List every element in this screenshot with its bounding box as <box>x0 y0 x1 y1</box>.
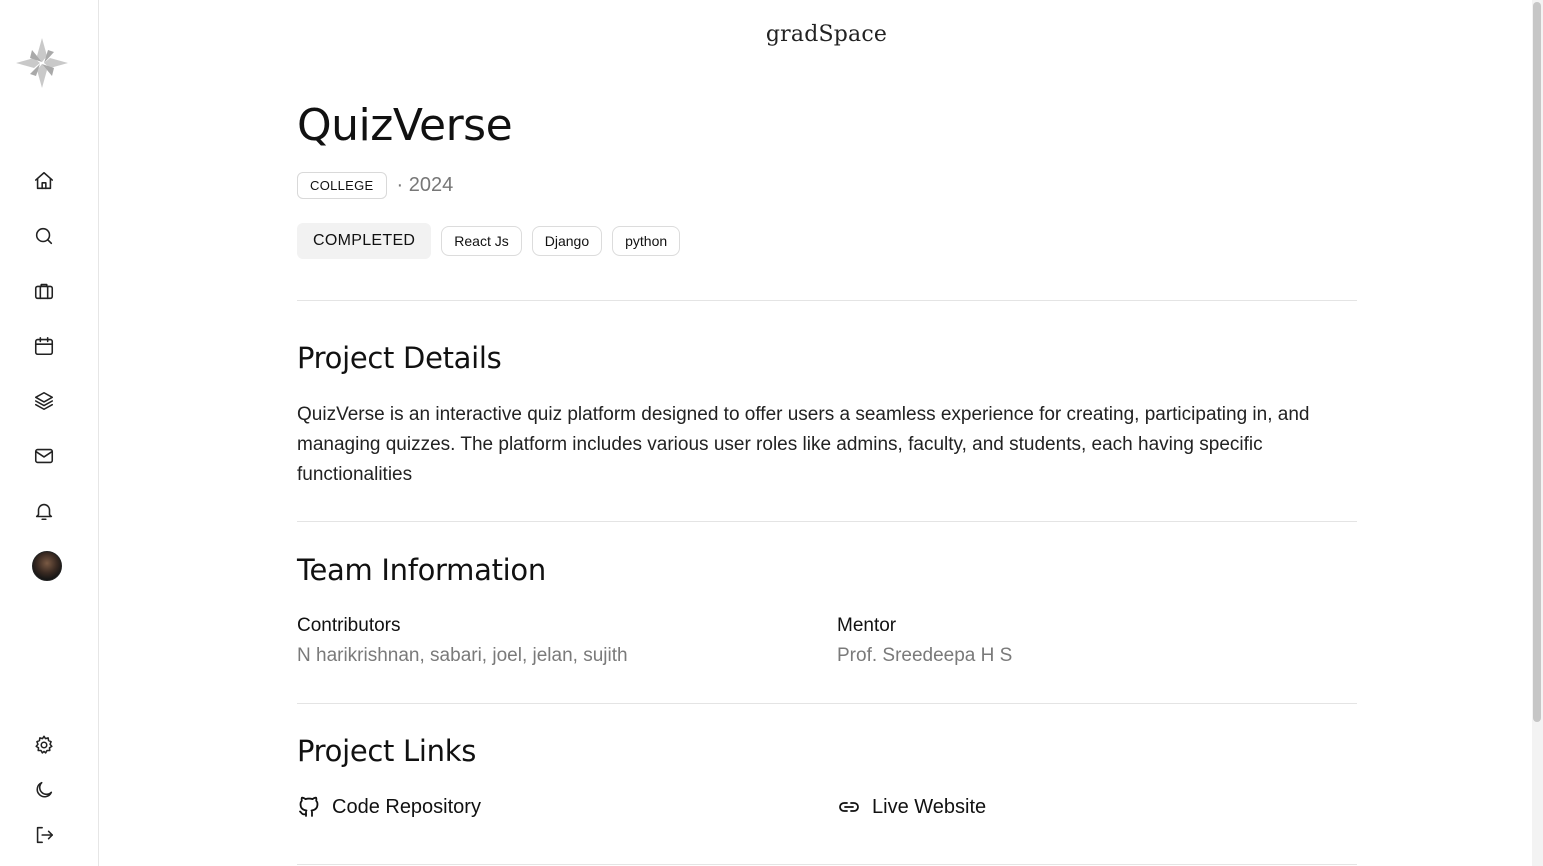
status-badge: COMPLETED <box>297 223 432 259</box>
project-tags: COMPLETED React Js Django python <box>297 223 681 259</box>
tech-tag: Django <box>531 226 603 256</box>
project-details-heading: Project Details <box>297 341 502 375</box>
link-icon <box>839 802 859 812</box>
scrollbar-thumb[interactable] <box>1533 2 1541 722</box>
gear-icon[interactable] <box>29 730 59 760</box>
logout-icon[interactable] <box>29 820 59 850</box>
calendar-icon[interactable] <box>29 331 59 361</box>
project-year: · 2024 <box>396 174 454 196</box>
sidebar <box>0 0 99 866</box>
contributors-label: Contributors <box>297 615 401 636</box>
brand-title: gradSpace <box>765 22 888 47</box>
level-badge: COLLEGE <box>297 172 387 199</box>
team-information-heading: Team Information <box>297 553 546 587</box>
divider <box>297 864 1357 865</box>
layers-icon[interactable] <box>29 386 59 416</box>
tech-tag: React Js <box>441 226 522 256</box>
live-website-label: Live Website <box>872 795 987 818</box>
project-links-heading: Project Links <box>297 734 477 768</box>
mentor-label: Mentor <box>837 615 897 636</box>
app-logo[interactable] <box>14 36 70 90</box>
github-icon <box>299 796 319 817</box>
divider <box>297 521 1357 522</box>
mentor-value: Prof. Sreedeepa H S <box>837 645 1013 666</box>
search-icon[interactable] <box>29 221 59 251</box>
bell-icon[interactable] <box>29 496 59 526</box>
code-repository-label: Code Repository <box>332 795 481 818</box>
project-meta: COLLEGE · 2024 <box>297 172 453 199</box>
divider <box>297 703 1357 704</box>
live-website-link[interactable]: Live Website <box>837 795 986 819</box>
project-description: QuizVerse is an interactive quiz platfor… <box>297 404 1310 485</box>
avatar[interactable] <box>32 551 62 581</box>
home-icon[interactable] <box>29 166 59 196</box>
moon-icon[interactable] <box>29 775 59 805</box>
briefcase-icon[interactable] <box>29 276 59 306</box>
tech-tag: python <box>612 226 681 256</box>
code-repository-link[interactable]: Code Repository <box>297 795 481 819</box>
mail-icon[interactable] <box>29 441 59 471</box>
scrollbar[interactable] <box>1532 0 1543 866</box>
divider <box>297 300 1357 301</box>
contributors-value: N harikrishnan, sabari, joel, jelan, suj… <box>297 645 628 666</box>
project-title: QuizVerse <box>297 100 513 151</box>
